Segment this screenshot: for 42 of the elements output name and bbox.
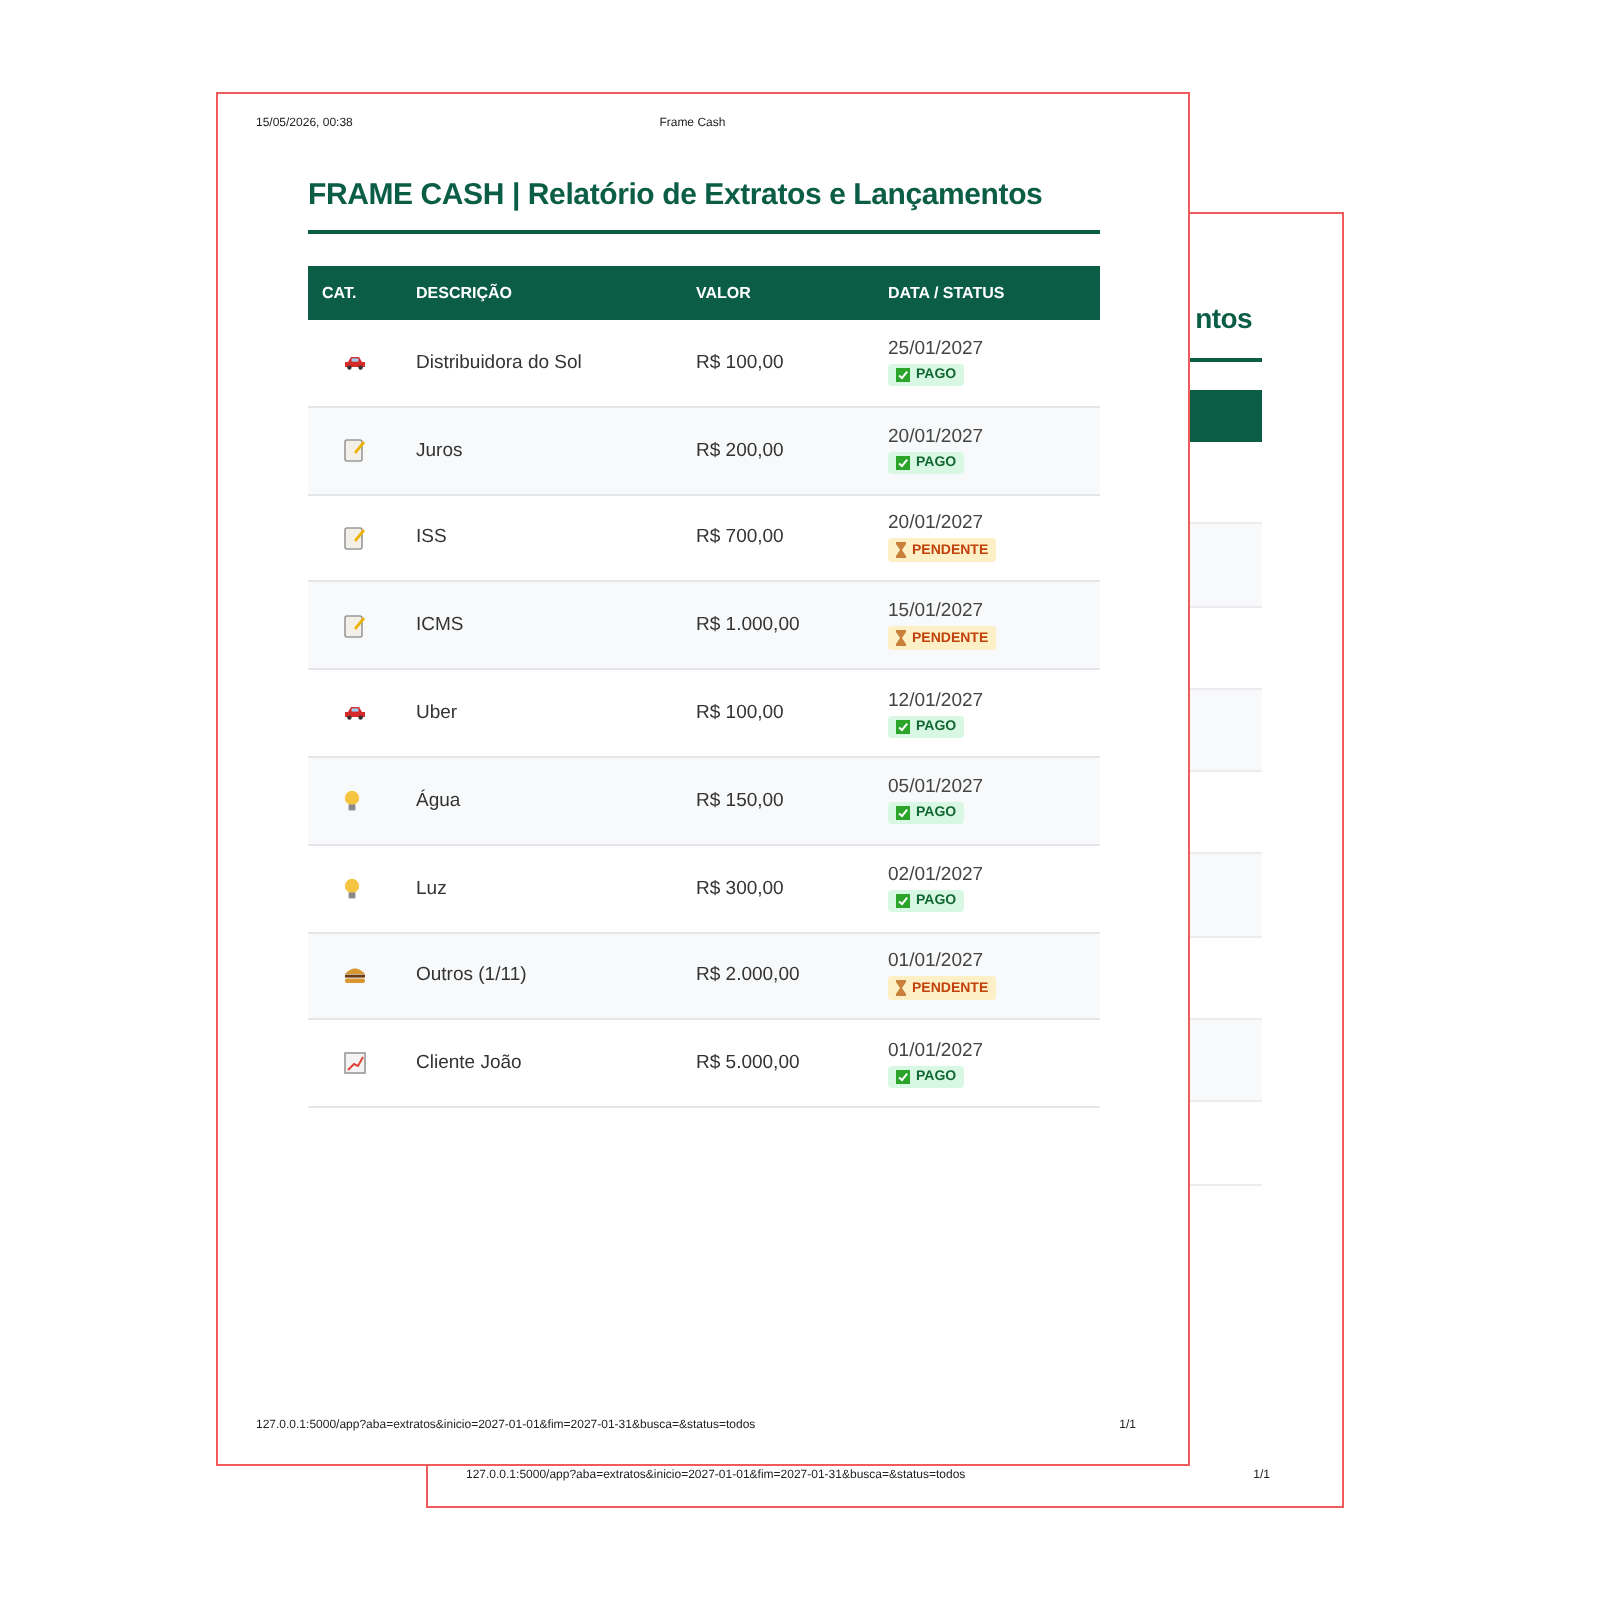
- table-cell-text: R$ 2.000,00: [696, 964, 802, 987]
- table-cell-text: Água: [416, 789, 463, 812]
- table-cell-text: Outros (1/11): [416, 964, 529, 987]
- car-icon: [344, 355, 366, 370]
- table-cell-text: Distribuidora do Sol: [416, 351, 584, 374]
- table-cell-text: R$ 200,00: [696, 439, 786, 462]
- table-cell-text: R$ 700,00: [696, 526, 786, 549]
- lightbulb-icon: [344, 789, 360, 812]
- column-header: DATA / STATUS: [888, 284, 1007, 302]
- table-cell-text: Luz: [416, 877, 449, 900]
- table-cell-text: R$ 300,00: [696, 877, 786, 900]
- chart-icon: [344, 1052, 366, 1075]
- report-title: FRAME CASH | Relatório de Extratos e Lançamentos: [308, 178, 1045, 212]
- table-cell-text: R$ 150,00: [696, 789, 786, 812]
- table-cell-text: R$ 5.000,00: [696, 1052, 802, 1075]
- table-cell-text: ICMS: [416, 614, 466, 637]
- table-cell-text: R$ 100,00: [696, 351, 786, 374]
- table-cell: 25/01/2027: [888, 338, 984, 361]
- table-cell-text: R$ 1.000,00: [696, 614, 802, 637]
- table-cell-text: R$ 100,00: [696, 702, 786, 725]
- table-cell: 12/01/2027: [888, 689, 984, 712]
- car-icon: [344, 706, 366, 721]
- column-header: CAT.: [320, 284, 359, 302]
- table-cell: 01/01/2027: [888, 950, 984, 973]
- notepad-icon: [344, 438, 366, 463]
- notepad-icon: [344, 613, 366, 638]
- burger-icon: [344, 966, 366, 985]
- table-cell: 20/01/2027: [888, 426, 984, 449]
- table-cell-text: Cliente João: [416, 1052, 524, 1075]
- table-cell-text: Uber: [416, 702, 460, 725]
- report-title: ntos: [1195, 302, 1252, 338]
- table-cell: 20/01/2027: [888, 512, 984, 535]
- column-header: VALOR: [696, 284, 753, 302]
- column-header: DESCRIÇÃO: [416, 284, 515, 302]
- table-cell-text: ISS: [416, 526, 449, 549]
- lightbulb-icon: [344, 877, 360, 900]
- table-cell: 15/01/2027: [888, 600, 984, 623]
- table-cell: 05/01/2027: [888, 776, 984, 799]
- table-cell-text: Juros: [416, 439, 465, 462]
- table-cell: 02/01/2027: [888, 864, 984, 887]
- table-cell: 01/01/2027: [888, 1039, 984, 1062]
- notepad-icon: [344, 525, 366, 550]
